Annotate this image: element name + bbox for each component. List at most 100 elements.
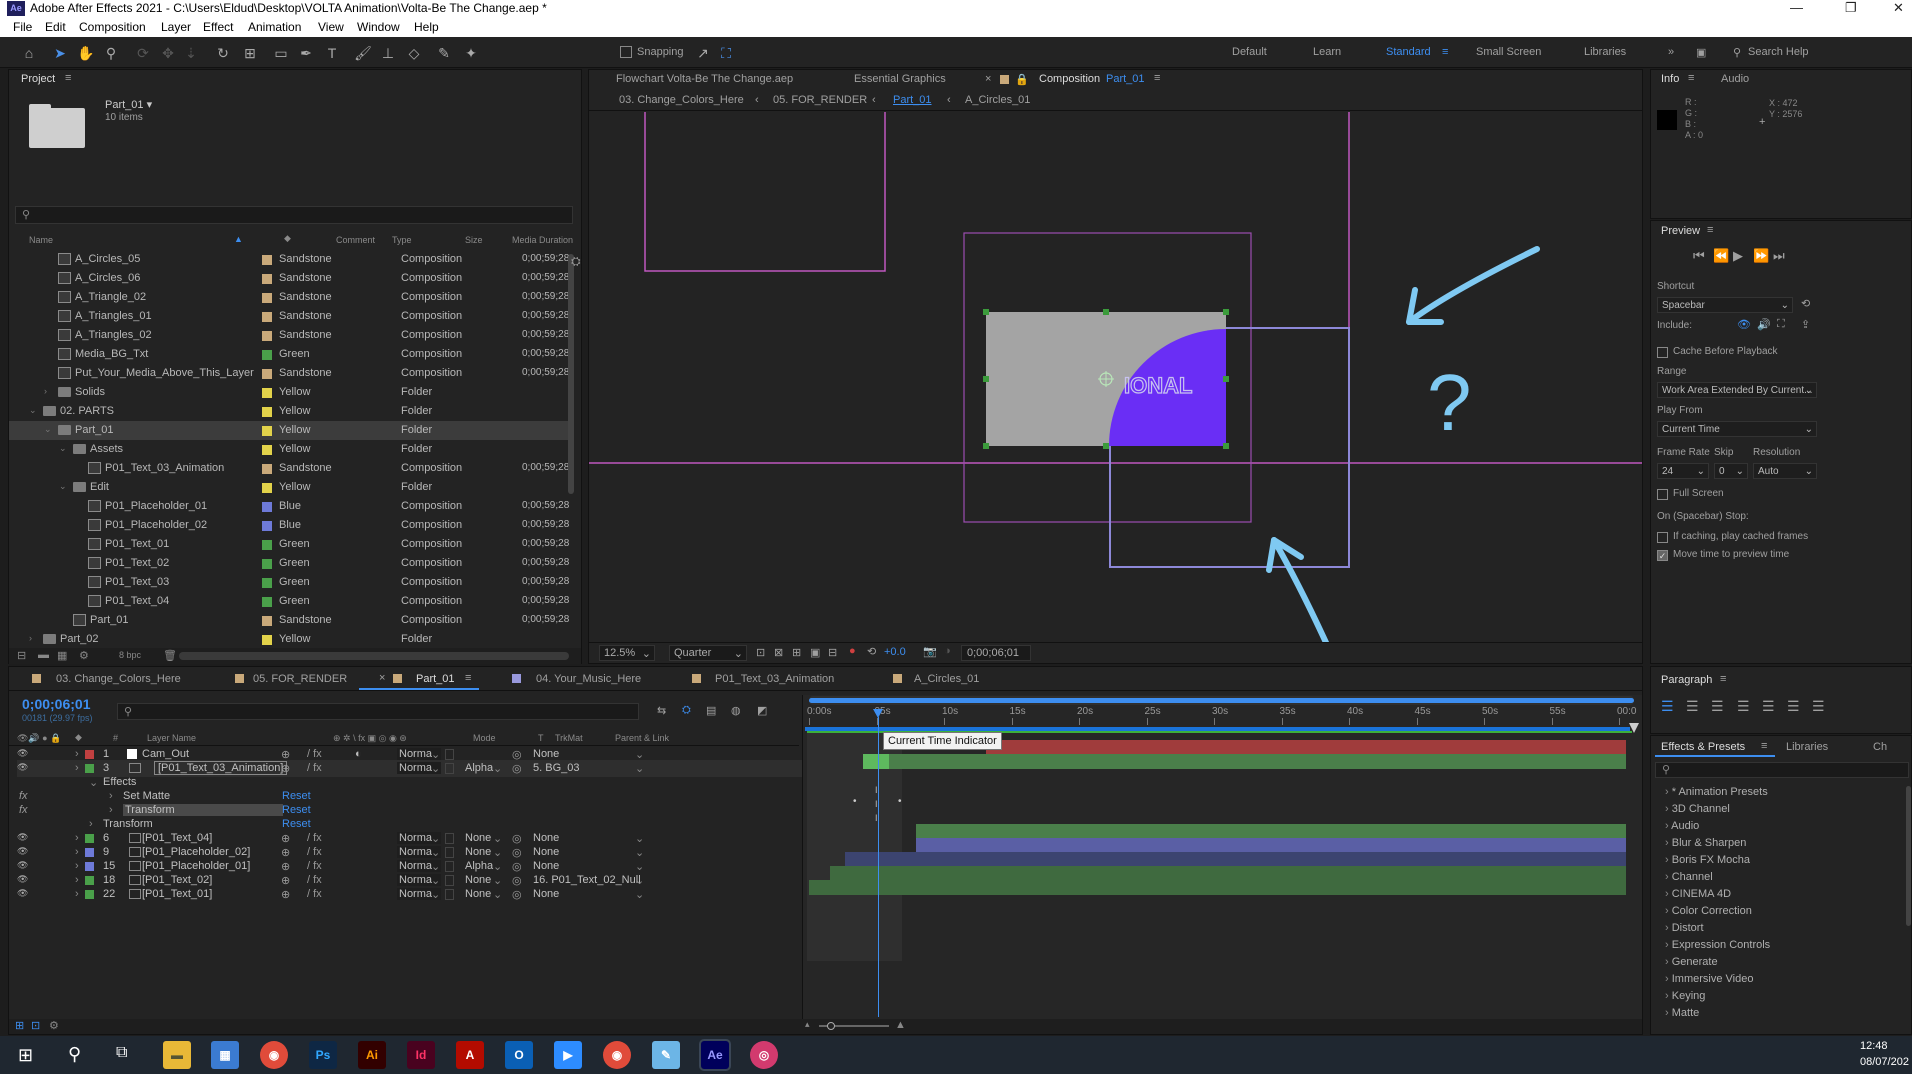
- show-snapshot-icon[interactable]: ◑: [944, 645, 951, 657]
- disclosure-icon[interactable]: ⌄: [44, 424, 52, 435]
- col-size[interactable]: Size: [465, 235, 483, 245]
- parent-select[interactable]: None: [533, 846, 559, 858]
- shy-layers-icon[interactable]: ▤: [706, 704, 716, 717]
- label-swatch[interactable]: [262, 483, 272, 493]
- lock-icon[interactable]: 🔒: [1015, 73, 1029, 86]
- zoom-in-icon[interactable]: ▲: [895, 1019, 906, 1031]
- disclosure-icon[interactable]: ›: [89, 818, 93, 830]
- project-settings-icon[interactable]: ⚙: [79, 649, 89, 662]
- interpret-footage-icon[interactable]: ⊟: [17, 649, 26, 662]
- tab-change-colors[interactable]: 03. Change_Colors_Here: [56, 673, 181, 685]
- project-row[interactable]: Media_BG_Txt Green Composition 0;00;59;28: [9, 345, 574, 364]
- full-screen-checkbox[interactable]: [1657, 489, 1668, 500]
- disclosure-icon[interactable]: ›: [75, 748, 79, 760]
- panel-menu-icon[interactable]: ≡: [1688, 72, 1694, 84]
- col-comment[interactable]: Comment: [336, 235, 375, 245]
- label-swatch[interactable]: [262, 502, 272, 512]
- effect-category[interactable]: › Generate: [1665, 956, 1718, 968]
- minimize-icon[interactable]: —: [1790, 0, 1803, 15]
- label-swatch[interactable]: [262, 312, 272, 322]
- trkmat-select[interactable]: None: [465, 846, 491, 858]
- project-row[interactable]: ⌄ Edit Yellow Folder: [9, 478, 574, 497]
- timeline-timecode[interactable]: 0;00;06;01: [22, 696, 91, 712]
- layer-row[interactable]: 👁 › 22 [P01_Text_01] ⊕ / fx Norma ⌄ None ⌄ ◎ None ⌄: [17, 886, 805, 903]
- disclosure-icon[interactable]: ›: [75, 860, 79, 872]
- taskbar-search-icon[interactable]: ⚲: [68, 1044, 81, 1065]
- chrome-icon[interactable]: ◉: [260, 1041, 288, 1069]
- menu-layer[interactable]: Layer: [161, 20, 191, 34]
- disclosure-icon[interactable]: ⌄: [29, 405, 37, 416]
- label-swatch[interactable]: [262, 426, 272, 436]
- effect-category[interactable]: › Immersive Video: [1665, 973, 1753, 985]
- col-name[interactable]: Name: [29, 235, 53, 245]
- shortcut-select[interactable]: Spacebar ⌄: [1657, 297, 1793, 313]
- composition-tab-name[interactable]: Part_01: [1106, 73, 1145, 85]
- layer-duration-bar[interactable]: [916, 838, 1626, 853]
- effect-category[interactable]: › CINEMA 4D: [1665, 888, 1731, 900]
- project-row[interactable]: ⌄ Part_01 Yellow Folder: [9, 421, 574, 440]
- play-icon[interactable]: ▶: [1733, 248, 1743, 264]
- toggle-switches-icon[interactable]: ⊞: [15, 1019, 24, 1032]
- justify-all-icon[interactable]: ☰: [1812, 698, 1825, 715]
- fx-switch-icon[interactable]: / fx: [307, 846, 322, 858]
- snapping-checkbox[interactable]: [620, 46, 632, 58]
- label-swatch[interactable]: [262, 464, 272, 474]
- home-icon[interactable]: ⌂: [19, 43, 39, 63]
- fx-icon[interactable]: fx: [19, 790, 28, 802]
- flowchart-tab[interactable]: Flowchart Volta-Be The Change.aep: [616, 73, 793, 85]
- exposure-value[interactable]: +0.0: [884, 646, 906, 658]
- range-select[interactable]: Work Area Extended By Current... ⌄: [1657, 382, 1817, 398]
- layer-duration-bar[interactable]: [830, 866, 1626, 881]
- visibility-icon[interactable]: 👁: [17, 832, 28, 843]
- frame-blending-icon[interactable]: ◍: [731, 704, 741, 717]
- tab-p01-text-03-animation[interactable]: P01_Text_03_Animation: [715, 673, 834, 685]
- last-frame-icon[interactable]: ⏭: [1773, 248, 1785, 264]
- motion-blur-icon[interactable]: ◐: [355, 748, 362, 760]
- reset-shortcut-icon[interactable]: ⟲: [1801, 297, 1810, 310]
- label-swatch[interactable]: [262, 521, 272, 531]
- clone-stamp-icon[interactable]: ⊥: [378, 43, 398, 63]
- effect-category[interactable]: › Boris FX Mocha: [1665, 854, 1750, 866]
- workspace-libraries[interactable]: Libraries: [1584, 46, 1626, 58]
- parent-select[interactable]: 16. P01_Text_02_Null: [533, 874, 641, 886]
- project-row[interactable]: P01_Text_01 Green Composition 0;00;59;28: [9, 535, 574, 554]
- snapshot-icon[interactable]: 📷: [923, 645, 937, 658]
- project-row[interactable]: A_Circles_05 Sandstone Composition 0;00;59;…: [9, 250, 574, 269]
- preserve-transparency-box[interactable]: [445, 749, 454, 760]
- preserve-transparency-box[interactable]: [445, 861, 454, 872]
- effect-category[interactable]: › 3D Channel: [1665, 803, 1730, 815]
- layer-duration-bar[interactable]: [845, 852, 1626, 867]
- time-ruler[interactable]: 0:00s 05s 10s 15s 20s 25s 30s 35s 40s 45s 50s 55s 00…: [803, 706, 1643, 726]
- time-graph[interactable]: 0:00s 05s 10s 15s 20s 25s 30s 35s 40s 45s 50s 55s 00…: [802, 695, 1642, 1019]
- workspace-standard[interactable]: Standard: [1386, 46, 1431, 58]
- menu-file[interactable]: File: [13, 20, 32, 34]
- fast-preview-icon[interactable]: ⊡: [756, 646, 765, 659]
- project-row[interactable]: P01_Text_03 Green Composition 0;00;59;28: [9, 573, 574, 592]
- project-row[interactable]: P01_Text_04 Green Composition 0;00;59;28: [9, 592, 574, 611]
- visibility-icon[interactable]: 👁: [17, 762, 28, 773]
- project-row[interactable]: Put_Your_Media_Above_This_Layer Sandstone…: [9, 364, 574, 383]
- label-swatch[interactable]: [85, 862, 94, 871]
- disclosure-icon[interactable]: ›: [109, 790, 113, 802]
- close-tab-icon[interactable]: ×: [379, 672, 385, 684]
- label-swatch[interactable]: [262, 635, 272, 645]
- preserve-transparency-box[interactable]: [445, 833, 454, 844]
- label-swatch[interactable]: [262, 331, 272, 341]
- anchor-tool-icon[interactable]: ⊞: [240, 43, 260, 63]
- label-swatch[interactable]: [262, 293, 272, 303]
- parent-select[interactable]: None: [533, 748, 559, 760]
- if-caching-checkbox[interactable]: [1657, 532, 1668, 543]
- grid-options-icon[interactable]: ⊟: [828, 646, 837, 659]
- disclosure-icon[interactable]: ⌄: [59, 443, 67, 454]
- more-workspaces-icon[interactable]: »: [1668, 46, 1674, 58]
- label-swatch[interactable]: [262, 369, 272, 379]
- shy-switch-icon[interactable]: ⊕: [281, 888, 290, 901]
- transparency-grid-icon[interactable]: ⊠: [774, 646, 783, 659]
- selection-tool-icon[interactable]: ➤: [50, 43, 70, 63]
- label-swatch[interactable]: [85, 848, 94, 857]
- project-row[interactable]: ⌄ Assets Yellow Folder: [9, 440, 574, 459]
- file-explorer-icon[interactable]: ▬: [163, 1041, 191, 1069]
- next-frame-icon[interactable]: ⏩: [1753, 248, 1769, 264]
- move-time-checkbox[interactable]: ✓: [1657, 550, 1668, 561]
- composition-tab-label[interactable]: Composition: [1039, 73, 1100, 85]
